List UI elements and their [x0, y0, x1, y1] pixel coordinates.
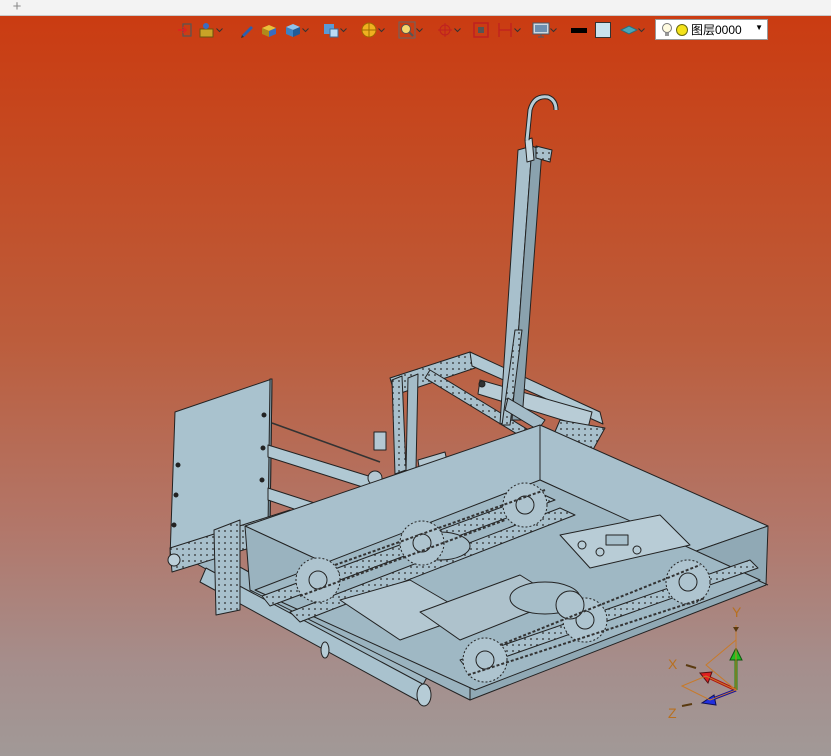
y-axis-label: Y: [732, 604, 742, 620]
robot-model[interactable]: [167, 94, 769, 707]
x-axis-label: X: [668, 656, 678, 672]
z-axis-label: Z: [668, 705, 677, 721]
viewport-3d[interactable]: Y X Z: [0, 0, 831, 756]
axis-triad: Y X Z: [668, 604, 743, 721]
